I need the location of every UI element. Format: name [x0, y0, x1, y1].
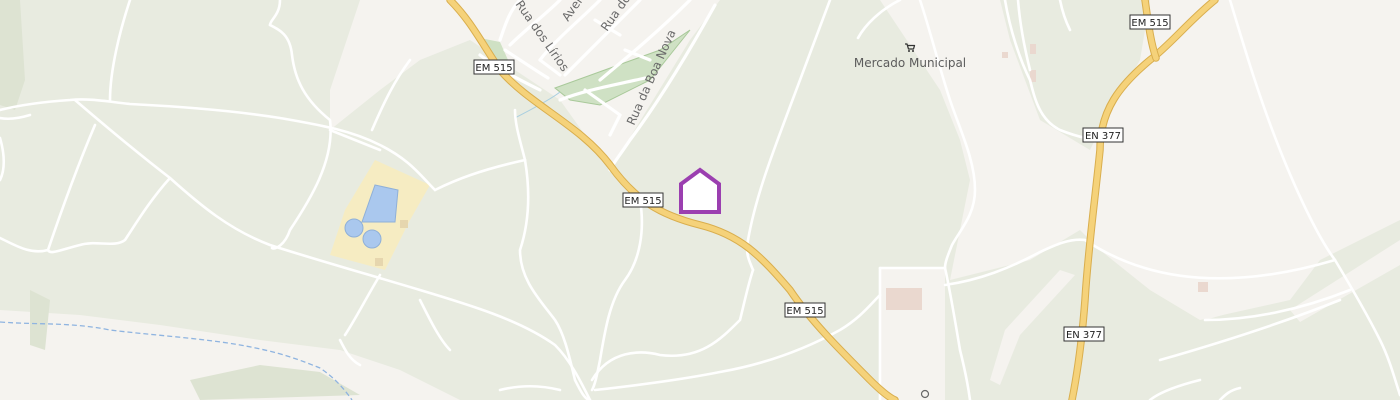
- svg-text:EN 377: EN 377: [1085, 131, 1121, 142]
- map-canvas[interactable]: Rua dos Lírios Aveni Rua do Rua da Boa N…: [0, 0, 1400, 400]
- poi-label-mercado: Mercado Municipal: [854, 56, 966, 70]
- svg-text:EM 515: EM 515: [786, 306, 823, 317]
- road-shield-em515-d: EM 515: [1129, 14, 1171, 30]
- svg-text:EM 515: EM 515: [1131, 18, 1168, 29]
- road-shield-em515-a: EM 515: [473, 59, 515, 75]
- road-shield-em515-b: EM 515: [622, 192, 664, 208]
- road-shield-en377-a: EN 377: [1082, 127, 1124, 143]
- svg-text:EM 515: EM 515: [624, 196, 661, 207]
- svg-text:EM 515: EM 515: [475, 63, 512, 74]
- map-view[interactable]: Rua dos Lírios Aveni Rua do Rua da Boa N…: [0, 0, 1400, 400]
- road-shield-en377-b: EN 377: [1063, 326, 1105, 342]
- road-shield-em515-c: EM 515: [784, 302, 826, 318]
- svg-text:EN 377: EN 377: [1066, 330, 1102, 341]
